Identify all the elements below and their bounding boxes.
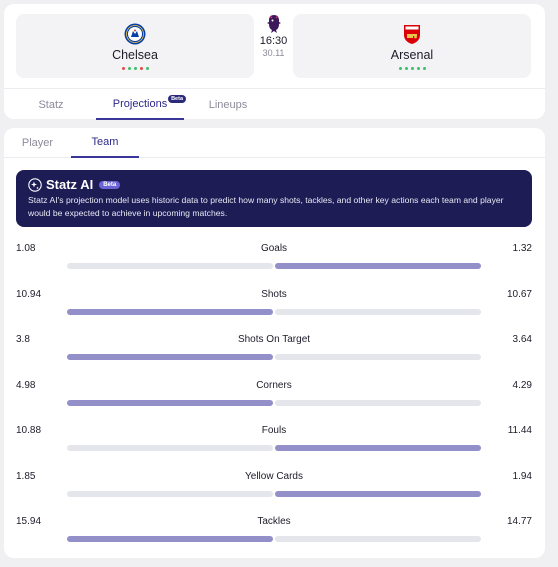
tab-player-label: Player — [21, 137, 54, 149]
home-bar-track — [67, 400, 273, 406]
stat-row: 4.98 Corners 4.29 — [16, 380, 532, 410]
match-center-info: 16:30 30.11 — [254, 14, 293, 58]
away-bar-track — [275, 445, 481, 451]
stat-label: Tackles — [257, 516, 291, 527]
away-stat-value: 14.77 — [506, 516, 532, 527]
stat-row: 1.85 Yellow Cards 1.94 — [16, 471, 532, 501]
tab-projections[interactable]: Projections Beta — [96, 89, 186, 120]
home-form-dot — [133, 66, 137, 70]
sub-tabs: Player Team — [4, 128, 545, 158]
away-form-dot — [404, 66, 408, 70]
projections-beta-badge: Beta — [168, 95, 186, 103]
away-form-dots — [398, 66, 426, 70]
kickoff-time: 16:30 — [259, 35, 288, 47]
away-bar-track — [275, 263, 481, 269]
ai-title-row: Statz AI Beta — [28, 177, 520, 192]
away-team-name: Arsenal — [390, 47, 434, 62]
kickoff-date: 30.11 — [262, 48, 285, 58]
home-bar-track — [67, 491, 273, 497]
away-team-box[interactable]: Arsenal — [293, 14, 531, 78]
tab-projections-label: Projections — [112, 97, 168, 110]
home-bar-track — [67, 309, 273, 315]
home-bar-track — [67, 263, 273, 269]
main-tabs: Statz Projections Beta Lineups — [4, 88, 545, 120]
stat-row: 1.08 Goals 1.32 — [16, 243, 532, 273]
away-bar-fill — [275, 491, 481, 497]
sparkle-ai-icon — [28, 177, 42, 192]
tab-statz[interactable]: Statz — [26, 89, 76, 120]
projections-panel: Player Team Statz AI Beta Statz AI's pro… — [4, 128, 545, 558]
home-team-name: Chelsea — [112, 47, 158, 62]
away-stat-value: 1.32 — [512, 243, 532, 254]
away-bar-track — [275, 309, 481, 315]
tab-lineups-label: Lineups — [208, 98, 248, 111]
stat-row: 15.94 Tackles 14.77 — [16, 516, 532, 546]
home-bar-fill — [67, 536, 273, 542]
away-form-dot — [416, 66, 420, 70]
tab-lineups[interactable]: Lineups — [200, 89, 256, 120]
home-bar-track — [67, 536, 273, 542]
away-form-dot — [410, 66, 414, 70]
home-form-dot — [139, 66, 143, 70]
statz-ai-banner: Statz AI Beta Statz AI's projection mode… — [16, 170, 532, 227]
tab-statz-label: Statz — [38, 98, 64, 111]
premier-league-lion-icon — [266, 15, 281, 33]
home-bar-track — [67, 354, 273, 360]
stat-label: Yellow Cards — [245, 471, 303, 482]
away-bar-track — [275, 491, 481, 497]
away-bar-fill — [275, 445, 481, 451]
stat-row: 10.88 Fouls 11.44 — [16, 425, 532, 455]
ai-title: Statz AI — [46, 177, 94, 192]
stat-label: Shots — [261, 289, 287, 300]
away-bar-track — [275, 536, 481, 542]
home-form-dot — [121, 66, 125, 70]
home-bar-track — [67, 445, 273, 451]
away-stat-value: 3.64 — [512, 334, 532, 345]
stat-label: Fouls — [261, 425, 287, 436]
stat-label: Corners — [256, 380, 292, 391]
home-bar-fill — [67, 354, 273, 360]
stat-row: 3.8 Shots On Target 3.64 — [16, 334, 532, 364]
away-stat-value: 1.94 — [512, 471, 532, 482]
stat-label: Shots On Target — [237, 334, 311, 345]
arsenal-crest-icon — [404, 24, 420, 44]
chelsea-crest-icon — [124, 23, 146, 44]
home-form-dot — [127, 66, 131, 70]
away-stat-value: 10.67 — [506, 289, 532, 300]
away-bar-fill — [275, 263, 481, 269]
away-form-dot — [398, 66, 402, 70]
home-bar-fill — [67, 309, 273, 315]
away-stat-value: 11.44 — [507, 425, 532, 436]
home-form-dot — [145, 66, 149, 70]
home-bar-fill — [67, 400, 273, 406]
home-team-box[interactable]: Chelsea — [16, 14, 254, 78]
match-header-card: Chelsea 16:30 30.11 Arsenal Statz Projec… — [4, 4, 545, 120]
home-form-dots — [121, 66, 149, 70]
tab-player[interactable]: Player — [4, 128, 71, 158]
away-bar-track — [275, 354, 481, 360]
away-stat-value: 4.29 — [512, 380, 532, 391]
ai-beta-badge: Beta — [99, 180, 121, 189]
away-form-dot — [422, 66, 426, 70]
stat-label: Goals — [260, 243, 288, 254]
stat-row: 10.94 Shots 10.67 — [16, 289, 532, 319]
tab-team-label: Team — [91, 136, 119, 148]
ai-description: Statz AI's projection model uses histori… — [28, 195, 504, 218]
away-bar-track — [275, 400, 481, 406]
tab-team[interactable]: Team — [71, 128, 139, 158]
